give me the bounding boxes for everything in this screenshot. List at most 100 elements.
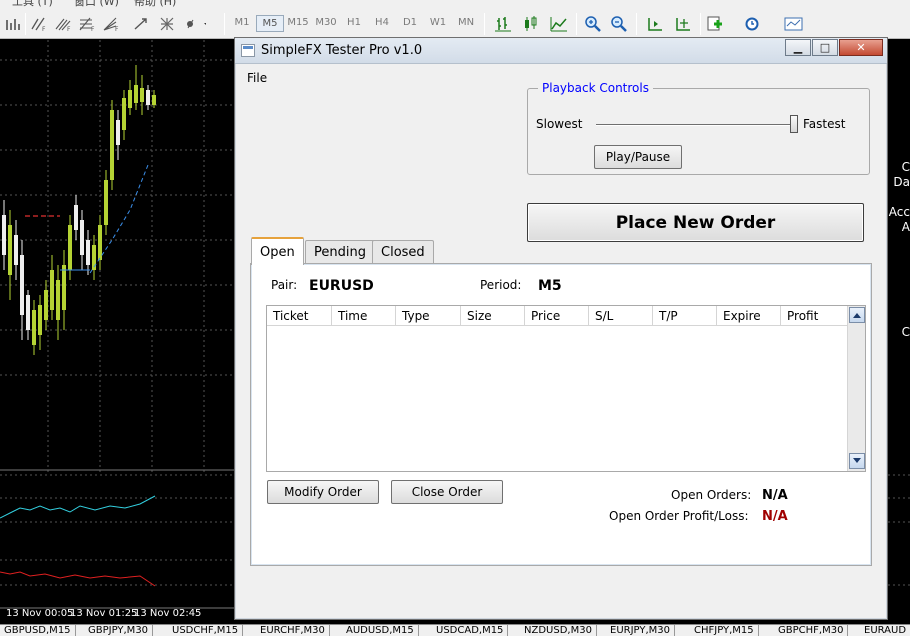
zoom-in-icon[interactable] xyxy=(582,13,604,35)
window-title: SimpleFX Tester Pro v1.0 xyxy=(261,43,423,58)
fastest-label: Fastest xyxy=(803,117,846,131)
tf-h1[interactable]: H1 xyxy=(340,17,368,28)
tf-w1[interactable]: W1 xyxy=(424,17,452,28)
svg-text:F: F xyxy=(42,26,46,32)
time-label: 13 Nov 00:05 xyxy=(6,608,74,619)
tf-m5[interactable]: M5 xyxy=(256,15,284,32)
chart-tabs: GBPUSD,M15 GBPJPY,M30 USDCHF,M15 EURCHF,… xyxy=(0,624,910,636)
chart-tab[interactable]: CHFJPY,M15 xyxy=(690,625,759,636)
tab-closed[interactable]: Closed xyxy=(372,240,434,264)
app-icon xyxy=(241,44,255,57)
chart-tab[interactable]: EURJPY,M30 xyxy=(606,625,675,636)
templates-dropdown-icon[interactable] xyxy=(784,13,806,35)
bars-icon[interactable] xyxy=(2,13,24,35)
indicators-dropdown-icon[interactable] xyxy=(706,13,728,35)
tab-pending[interactable]: Pending xyxy=(305,240,375,264)
col-type[interactable]: Type xyxy=(396,306,461,326)
fan-icon[interactable]: F xyxy=(100,13,122,35)
profit-loss-value: N/A xyxy=(762,509,788,524)
svg-text:F: F xyxy=(115,26,119,32)
scroll-up-button[interactable] xyxy=(849,307,865,323)
col-size[interactable]: Size xyxy=(461,306,525,326)
fibo-icon[interactable]: F xyxy=(76,13,98,35)
chart-tab[interactable]: GBPCHF,M30 xyxy=(774,625,849,636)
chart-tab[interactable]: EURAUD xyxy=(860,625,910,636)
menu-window[interactable]: 窗口 (W) xyxy=(74,0,119,8)
channel-icon[interactable]: F xyxy=(52,13,74,35)
tf-h4[interactable]: H4 xyxy=(368,17,396,28)
modify-order-button[interactable]: Modify Order xyxy=(267,480,379,504)
open-tab-panel: Pair: EURUSD Period: M5 Ticket Time Type… xyxy=(250,263,872,566)
place-new-order-button[interactable]: Place New Order xyxy=(527,203,864,242)
orders-table[interactable]: Ticket Time Type Size Price S/L T/P Expi… xyxy=(266,305,866,472)
menu-bar: 工具 (T) 窗口 (W) 帮助 (H) xyxy=(0,0,910,8)
speed-slider-track[interactable] xyxy=(596,124,794,126)
scroll-down-button[interactable] xyxy=(849,453,865,469)
col-profit[interactable]: Profit xyxy=(781,306,847,326)
orders-scrollbar[interactable] xyxy=(847,306,865,471)
speed-slider-thumb[interactable] xyxy=(790,115,798,133)
orders-table-header: Ticket Time Type Size Price S/L T/P Expi… xyxy=(267,306,847,326)
minimize-icon: ▁ xyxy=(793,41,803,54)
autoscroll-icon[interactable] xyxy=(644,13,666,35)
chart-tab[interactable]: AUDUSD,M15 xyxy=(342,625,419,636)
tf-mn[interactable]: MN xyxy=(452,17,480,28)
close-button[interactable]: ✕ xyxy=(839,39,883,56)
tester-window: SimpleFX Tester Pro v1.0 ▁ □ ✕ File Play… xyxy=(234,37,888,620)
close-icon: ✕ xyxy=(856,41,866,54)
menu-help[interactable]: 帮助 (H) xyxy=(134,0,176,8)
col-expire[interactable]: Expire xyxy=(717,306,781,326)
chart-tab[interactable]: NZDUSD,M30 xyxy=(520,625,597,636)
chart-tab[interactable]: EURCHF,M30 xyxy=(256,625,330,636)
candle-chart-icon[interactable] xyxy=(520,13,542,35)
period-label: Period: xyxy=(480,278,522,292)
profit-loss-label: Open Order Profit/Loss: xyxy=(609,509,749,523)
playback-legend: Playback Controls xyxy=(542,81,649,95)
tf-m1[interactable]: M1 xyxy=(228,17,256,28)
pair-value: EURUSD xyxy=(309,278,374,294)
chart-shift-icon[interactable] xyxy=(672,13,694,35)
periods-dropdown-icon[interactable] xyxy=(744,13,766,35)
chart-tab[interactable]: USDCHF,M15 xyxy=(168,625,244,636)
tf-m30[interactable]: M30 xyxy=(312,17,340,28)
arrow-line-icon[interactable] xyxy=(130,13,152,35)
zoom-out-icon[interactable] xyxy=(608,13,630,35)
objects-dropdown-icon[interactable] xyxy=(184,13,206,35)
menu-tools[interactable]: 工具 (T) xyxy=(12,0,53,8)
tf-m15[interactable]: M15 xyxy=(284,17,312,28)
col-ticket[interactable]: Ticket xyxy=(267,306,332,326)
svg-text:F: F xyxy=(91,26,95,32)
line-chart-icon[interactable] xyxy=(548,13,570,35)
bar-chart-icon[interactable] xyxy=(492,13,514,35)
col-tp[interactable]: T/P xyxy=(653,306,717,326)
file-menu[interactable]: File xyxy=(247,71,267,85)
right-label: Acc xyxy=(888,205,910,219)
play-pause-button[interactable]: Play/Pause xyxy=(594,145,682,169)
open-orders-label: Open Orders: xyxy=(671,488,752,502)
maximize-icon: □ xyxy=(819,41,831,54)
time-label: 13 Nov 01:25 xyxy=(70,608,138,619)
title-bar[interactable]: SimpleFX Tester Pro v1.0 ▁ □ ✕ xyxy=(235,38,887,64)
col-price[interactable]: Price xyxy=(525,306,589,326)
maximize-button[interactable]: □ xyxy=(812,39,838,56)
time-label: 13 Nov 02:45 xyxy=(134,608,202,619)
chevron-up-icon xyxy=(853,313,861,318)
pair-label: Pair: xyxy=(271,278,298,292)
right-label: Da xyxy=(893,175,910,189)
trendline-icon[interactable]: F xyxy=(28,13,50,35)
close-order-button[interactable]: Close Order xyxy=(391,480,503,504)
col-sl[interactable]: S/L xyxy=(589,306,653,326)
open-orders-value: N/A xyxy=(762,488,788,503)
price-chart[interactable] xyxy=(0,40,236,624)
chart-tab[interactable]: GBPJPY,M30 xyxy=(84,625,154,636)
col-time[interactable]: Time xyxy=(332,306,396,326)
tf-d1[interactable]: D1 xyxy=(396,17,424,28)
right-label: A xyxy=(901,220,910,234)
chevron-down-icon xyxy=(853,458,861,463)
right-label: C xyxy=(901,160,910,174)
chart-tab[interactable]: USDCAD,M15 xyxy=(432,625,509,636)
grid-icon[interactable] xyxy=(156,13,178,35)
tab-open[interactable]: Open xyxy=(251,237,304,265)
minimize-button[interactable]: ▁ xyxy=(785,39,811,56)
chart-tab[interactable]: GBPUSD,M15 xyxy=(0,625,76,636)
